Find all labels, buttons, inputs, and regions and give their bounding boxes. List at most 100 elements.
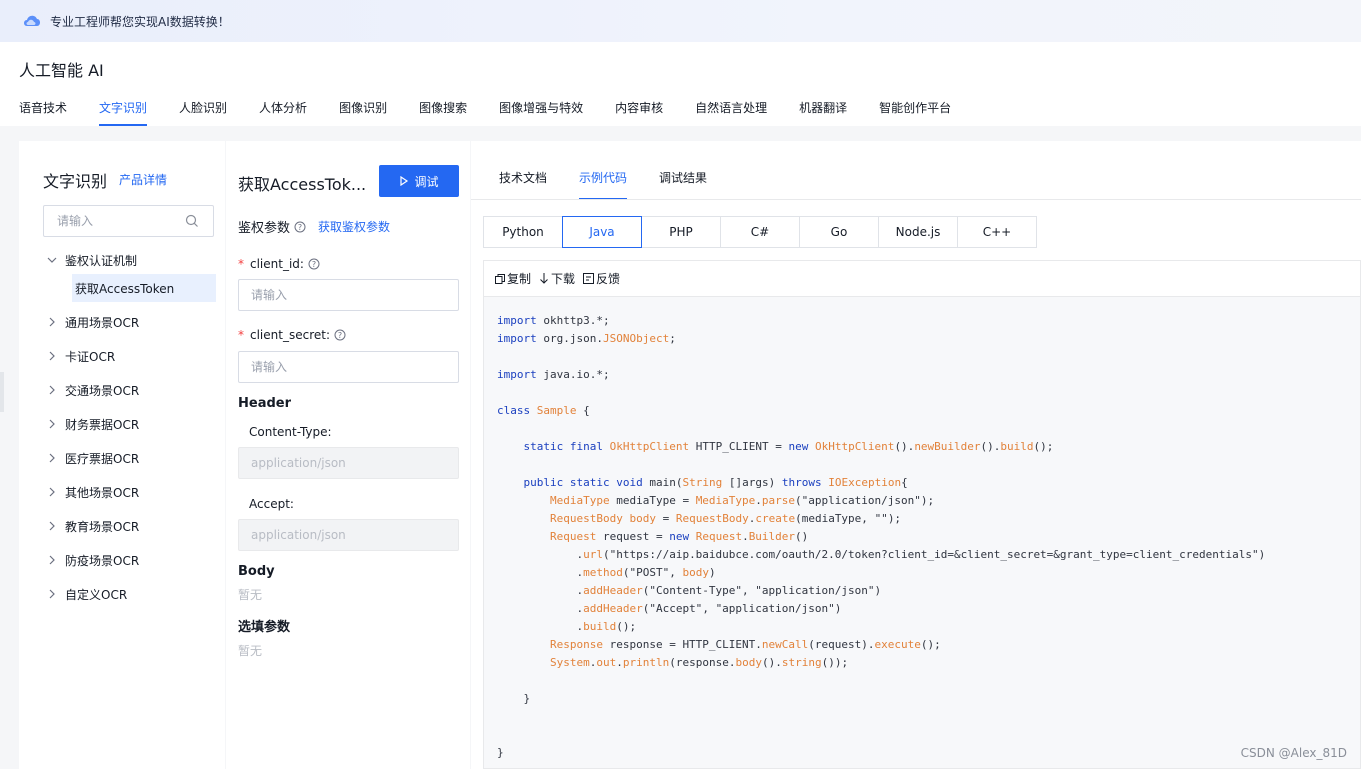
lang-java[interactable]: Java xyxy=(562,216,642,248)
chevron-right-icon xyxy=(49,555,55,565)
nav-item-image-recognition[interactable]: 图像识别 xyxy=(339,99,387,126)
tree-node-medical-ocr[interactable]: 医疗票据OCR xyxy=(19,441,225,475)
debug-button[interactable]: 调试 xyxy=(379,165,459,197)
copy-button[interactable]: 复制 xyxy=(495,270,531,287)
body-section-title: Body xyxy=(238,564,275,579)
code-line: class Sample { xyxy=(497,404,590,417)
cloud-logo-icon xyxy=(24,15,40,26)
client-id-field[interactable] xyxy=(238,279,459,311)
tree-node-epidemic-ocr[interactable]: 防疫场景OCR xyxy=(19,543,225,577)
code-panel: 技术文档 示例代码 调试结果 Python Java PHP C# Go Nod… xyxy=(471,141,1361,769)
api-title: 获取AccessTok... xyxy=(238,175,367,194)
auth-params-row: 鉴权参数 ? 获取鉴权参数 xyxy=(238,217,390,236)
required-mark: * xyxy=(238,257,244,271)
tree-node-general-ocr[interactable]: 通用场景OCR xyxy=(19,305,225,339)
tabs-divider xyxy=(471,199,1361,200)
optional-empty-text: 暂无 xyxy=(238,644,263,658)
help-icon[interactable]: ? xyxy=(294,221,306,233)
get-auth-params-link[interactable]: 获取鉴权参数 xyxy=(318,218,390,235)
lang-go[interactable]: Go xyxy=(799,216,879,248)
nav-item-nlp[interactable]: 自然语言处理 xyxy=(695,99,767,126)
nav-item-translation[interactable]: 机器翻译 xyxy=(799,99,847,126)
request-form-panel: 获取AccessTok... 调试 鉴权参数 ? 获取鉴权参数 * client… xyxy=(226,141,470,769)
tree-node-traffic-ocr[interactable]: 交通场景OCR xyxy=(19,373,225,407)
doc-tabs: 技术文档 示例代码 调试结果 xyxy=(499,169,739,200)
chevron-right-icon xyxy=(49,453,55,463)
code-block[interactable]: import okhttp3.*; import org.json.JSONObj… xyxy=(484,297,1360,762)
tree-node-custom-ocr[interactable]: 自定义OCR xyxy=(19,577,225,611)
nav-item-creation[interactable]: 智能创作平台 xyxy=(879,99,951,126)
feedback-icon xyxy=(583,273,595,284)
tree-node-label: 财务票据OCR xyxy=(65,417,140,432)
code-line: } xyxy=(497,746,504,759)
code-line: System.out.println(response.body().strin… xyxy=(549,656,849,669)
help-icon[interactable]: ? xyxy=(334,329,346,341)
tree-node-label: 交通场景OCR xyxy=(65,383,140,398)
tree-node-label: 防疫场景OCR xyxy=(65,553,140,568)
tree-node-education-ocr[interactable]: 教育场景OCR xyxy=(19,509,225,543)
code-line: RequestBody body = RequestBody.create(me… xyxy=(549,512,902,525)
tab-tech-docs[interactable]: 技术文档 xyxy=(499,169,547,200)
tab-sample-code[interactable]: 示例代码 xyxy=(579,169,628,200)
svg-text:?: ? xyxy=(298,223,302,232)
tree-node-label: 鉴权认证机制 xyxy=(65,253,138,268)
code-box: 复制 下载 反馈 import okhttp3.*; import org.jso… xyxy=(483,260,1361,769)
left-edge-handle xyxy=(0,372,4,412)
top-nav: 语音技术 文字识别 人脸识别 人体分析 图像识别 图像搜索 图像增强与特效 内容… xyxy=(19,99,983,126)
nav-item-face[interactable]: 人脸识别 xyxy=(179,99,227,126)
nav-item-speech[interactable]: 语音技术 xyxy=(19,99,67,126)
code-toolbar: 复制 下载 反馈 xyxy=(484,261,1360,297)
tree-node-finance-ocr[interactable]: 财务票据OCR xyxy=(19,407,225,441)
code-line: MediaType mediaType = MediaType.parse("a… xyxy=(549,494,935,507)
lang-cpp[interactable]: C++ xyxy=(957,216,1037,248)
chevron-right-icon xyxy=(49,487,55,497)
client-secret-label-text: client_secret: xyxy=(250,328,330,342)
lang-csharp[interactable]: C# xyxy=(720,216,800,248)
code-line: .url("https://aip.baidubce.com/oauth/2.0… xyxy=(497,548,1266,561)
optional-params-title: 选填参数 xyxy=(238,620,291,635)
nav-item-image-search[interactable]: 图像搜索 xyxy=(419,99,467,126)
code-line: static final OkHttpClient HTTP_CLIENT = … xyxy=(523,440,1054,453)
sidebar-title: 文字识别 xyxy=(43,172,108,191)
product-details-link[interactable]: 产品详情 xyxy=(119,171,167,188)
lang-nodejs[interactable]: Node.js xyxy=(878,216,958,248)
code-line: import okhttp3.*; xyxy=(497,314,610,327)
code-line: public static void main(String []args) t… xyxy=(523,476,908,489)
tree-node-card-ocr[interactable]: 卡证OCR xyxy=(19,339,225,373)
tab-debug-result[interactable]: 调试结果 xyxy=(659,169,707,200)
tree-node-auth[interactable]: 鉴权认证机制 xyxy=(19,243,225,277)
lang-python[interactable]: Python xyxy=(483,216,563,248)
feedback-button[interactable]: 反馈 xyxy=(583,270,620,287)
client-secret-field[interactable] xyxy=(238,351,459,383)
chevron-down-icon xyxy=(47,257,57,263)
client-secret-label: * client_secret: ? xyxy=(238,328,346,342)
chevron-right-icon xyxy=(49,419,55,429)
code-line: .addHeader("Content-Type", "application/… xyxy=(497,584,882,597)
promo-banner[interactable]: 专业工程师帮您实现AI数据转换！ xyxy=(0,0,1361,42)
code-line: Request request = new Request.Builder() xyxy=(549,530,809,543)
content-type-label: Content-Type: xyxy=(249,425,332,439)
download-label: 下载 xyxy=(551,272,576,286)
tree-node-other-ocr[interactable]: 其他场景OCR xyxy=(19,475,225,509)
lang-php[interactable]: PHP xyxy=(641,216,721,248)
chevron-right-icon xyxy=(49,351,55,361)
debug-button-label: 调试 xyxy=(414,174,439,189)
feedback-label: 反馈 xyxy=(596,272,621,286)
code-line: import org.json.JSONObject; xyxy=(497,332,676,345)
download-button[interactable]: 下载 xyxy=(539,270,575,287)
nav-item-content-review[interactable]: 内容审核 xyxy=(615,99,663,126)
chevron-right-icon xyxy=(49,589,55,599)
nav-item-ocr[interactable]: 文字识别 xyxy=(99,99,148,126)
svg-text:?: ? xyxy=(312,260,316,269)
tree-item-get-access-token[interactable]: 获取AccessToken xyxy=(72,274,216,302)
api-tree: 鉴权认证机制 获取AccessToken 通用场景OCR 卡证OCR 交通场景O… xyxy=(19,243,225,611)
sidebar: 文字识别 产品详情 鉴权认证机制 获取AccessToken 通用场景OCR 卡… xyxy=(19,141,225,769)
tree-node-label: 医疗票据OCR xyxy=(65,451,140,466)
help-icon[interactable]: ? xyxy=(308,258,320,270)
nav-item-body[interactable]: 人体分析 xyxy=(259,99,307,126)
nav-item-image-effects[interactable]: 图像增强与特效 xyxy=(499,99,583,126)
search-icon[interactable] xyxy=(185,214,199,228)
